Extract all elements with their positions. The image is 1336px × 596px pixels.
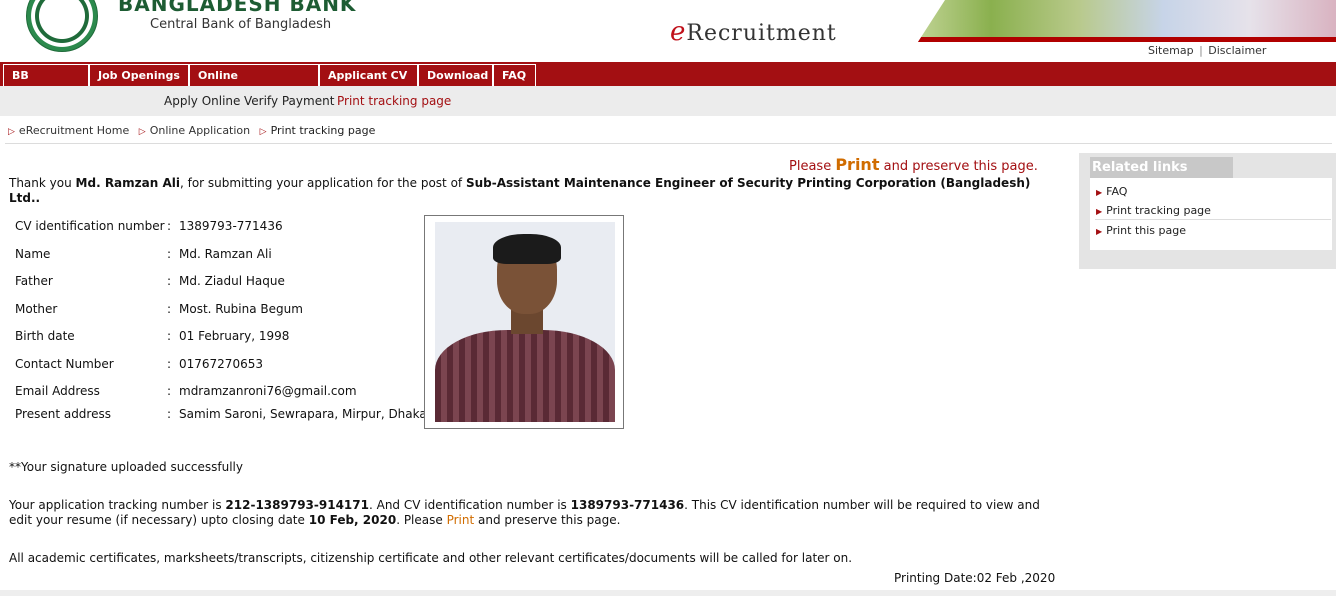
app-title: eRecruitment — [670, 17, 837, 47]
thanks-prefix: Thank you — [9, 176, 72, 190]
breadcrumb-item[interactable]: ▷ Online Application — [139, 124, 250, 137]
triangle-right-icon: ▶ — [1096, 207, 1103, 216]
related-links-divider — [1095, 219, 1331, 220]
info-label: Father — [15, 274, 53, 288]
print-link[interactable]: Print — [835, 155, 879, 174]
header-banner-slant — [905, 0, 945, 62]
page: BANGLADESH BANK Central Bank of Banglade… — [0, 0, 1336, 596]
info-colon: : — [167, 407, 172, 421]
info-label: Present address — [15, 407, 111, 421]
info-label: Contact Number — [15, 357, 114, 371]
info-colon: : — [167, 247, 172, 261]
nav-download[interactable]: Download — [418, 64, 493, 86]
related-link-faq[interactable]: ▶ FAQ — [1096, 185, 1127, 198]
tracking-paragraph: Your application tracking number is 212-… — [9, 498, 1064, 528]
info-colon: : — [167, 384, 172, 398]
signature-message: **Your signature uploaded successfully — [9, 460, 243, 474]
triangle-right-icon: ▶ — [1096, 227, 1103, 236]
info-colon: : — [167, 302, 172, 316]
footer-strip — [0, 590, 1336, 596]
nav-applicant-cv[interactable]: Applicant CV — [319, 64, 418, 86]
info-value: 01767270653 — [179, 357, 263, 371]
certificates-note: All academic certificates, marksheets/tr… — [9, 551, 853, 565]
triangle-right-icon: ▷ — [8, 127, 15, 137]
photo-shirt — [435, 330, 615, 422]
closing-date: 10 Feb, 2020 — [308, 513, 397, 527]
header-link-separator: | — [1199, 44, 1203, 57]
info-value: mdramzanroni76@gmail.com — [179, 384, 357, 398]
info-value: Most. Rubina Begum — [179, 302, 303, 316]
divider — [5, 143, 1332, 144]
breadcrumb-label: Online Application — [149, 124, 251, 137]
app-title-prefix: e — [670, 17, 687, 47]
tracking-text: Your application tracking number is — [9, 498, 222, 512]
applicant-photo — [435, 222, 615, 422]
nav-bb-website[interactable]: BB Website — [3, 64, 89, 104]
disclaimer-link[interactable]: Disclaimer — [1208, 44, 1266, 57]
info-value: Samim Saroni, Sewrapara, Mirpur, Dhaka — [179, 407, 427, 421]
tracking-number: 212-1389793-914171 — [225, 498, 369, 512]
print-notice-please: Please — [789, 159, 832, 174]
bank-subtitle: Central Bank of Bangladesh — [150, 17, 332, 32]
tracking-text: and preserve this page. — [478, 513, 621, 527]
info-label: Birth date — [15, 329, 75, 343]
header-banner-image — [905, 0, 1336, 37]
header-banner-stripe — [905, 37, 1336, 42]
sitemap-link[interactable]: Sitemap — [1148, 44, 1194, 57]
triangle-right-icon: ▷ — [259, 127, 267, 137]
cv-number: 1389793-771436 — [570, 498, 685, 512]
nav-job-openings[interactable]: Job Openings — [89, 64, 189, 86]
subnav-apply-online[interactable]: Apply Online — [164, 94, 240, 108]
print-link-inline[interactable]: Print — [447, 513, 475, 527]
sub-nav: Apply Online Verify Payment Print tracki… — [0, 86, 1336, 116]
info-value: 1389793-771436 — [179, 219, 283, 233]
app-title-text: Recruitment — [686, 21, 837, 46]
breadcrumb: ▷ eRecruitment Home ▷ Online Application ▷… — [8, 124, 381, 137]
subnav-verify-payment[interactable]: Verify Payment — [244, 94, 334, 108]
breadcrumb-item-current: ▷ Print tracking page — [260, 124, 376, 137]
breadcrumb-item[interactable]: ▷ eRecruitment Home — [8, 124, 129, 137]
info-value: Md. Ramzan Ali — [179, 247, 272, 261]
thanks-suffix: . — [35, 191, 41, 205]
info-label: CV identification number — [15, 219, 165, 233]
info-colon: : — [167, 219, 172, 233]
info-label: Mother — [15, 302, 58, 316]
header-links: Sitemap | Disclaimer — [1148, 44, 1266, 57]
related-links-title: Related links — [1090, 157, 1233, 178]
info-colon: : — [167, 329, 172, 343]
nav-online-application[interactable]: Online Application — [189, 64, 319, 104]
related-links-panel: Related links ▶ FAQ ▶ Print tracking page … — [1079, 153, 1336, 269]
applicant-name: Md. Ramzan Ali — [75, 176, 180, 190]
info-value: Md. Ziadul Haque — [179, 274, 285, 288]
related-link-label: FAQ — [1106, 185, 1128, 198]
bank-logo-icon[interactable] — [26, 0, 98, 52]
nav-faq[interactable]: FAQ — [493, 64, 536, 86]
related-link-print-page[interactable]: ▶ Print this page — [1096, 224, 1186, 237]
tracking-text: . And CV identification number is — [368, 498, 567, 512]
triangle-right-icon: ▶ — [1096, 188, 1103, 197]
info-label: Name — [15, 247, 51, 261]
applicant-photo-frame — [424, 215, 624, 429]
print-notice-rest: and preserve this page. — [883, 159, 1038, 174]
info-colon: : — [167, 274, 172, 288]
related-link-label: Print tracking page — [1106, 204, 1211, 217]
site-header: BANGLADESH BANK Central Bank of Banglade… — [0, 0, 1336, 62]
related-link-print-tracking[interactable]: ▶ Print tracking page — [1096, 204, 1211, 217]
subnav-print-tracking-page[interactable]: Print tracking page — [337, 94, 451, 108]
breadcrumb-label: eRecruitment Home — [18, 124, 130, 137]
info-colon: : — [167, 357, 172, 371]
info-label: Email Address — [15, 384, 100, 398]
printing-date: Printing Date:02 Feb ,2020 — [894, 571, 1056, 585]
bank-name: BANGLADESH BANK — [118, 0, 357, 16]
photo-hair — [493, 234, 561, 264]
tracking-text: . Please — [396, 513, 443, 527]
triangle-right-icon: ▷ — [138, 127, 146, 137]
info-value: 01 February, 1998 — [179, 329, 290, 343]
print-notice: Please Print and preserve this page. — [789, 155, 1038, 174]
breadcrumb-label: Print tracking page — [270, 124, 376, 137]
thanks-middle: , for submitting your application for th… — [179, 176, 463, 190]
thanks-message: Thank you Md. Ramzan Ali, for submitting… — [9, 176, 1059, 206]
related-link-label: Print this page — [1106, 224, 1186, 237]
main-nav: BB Website Job Openings Online Applicati… — [0, 62, 1336, 104]
